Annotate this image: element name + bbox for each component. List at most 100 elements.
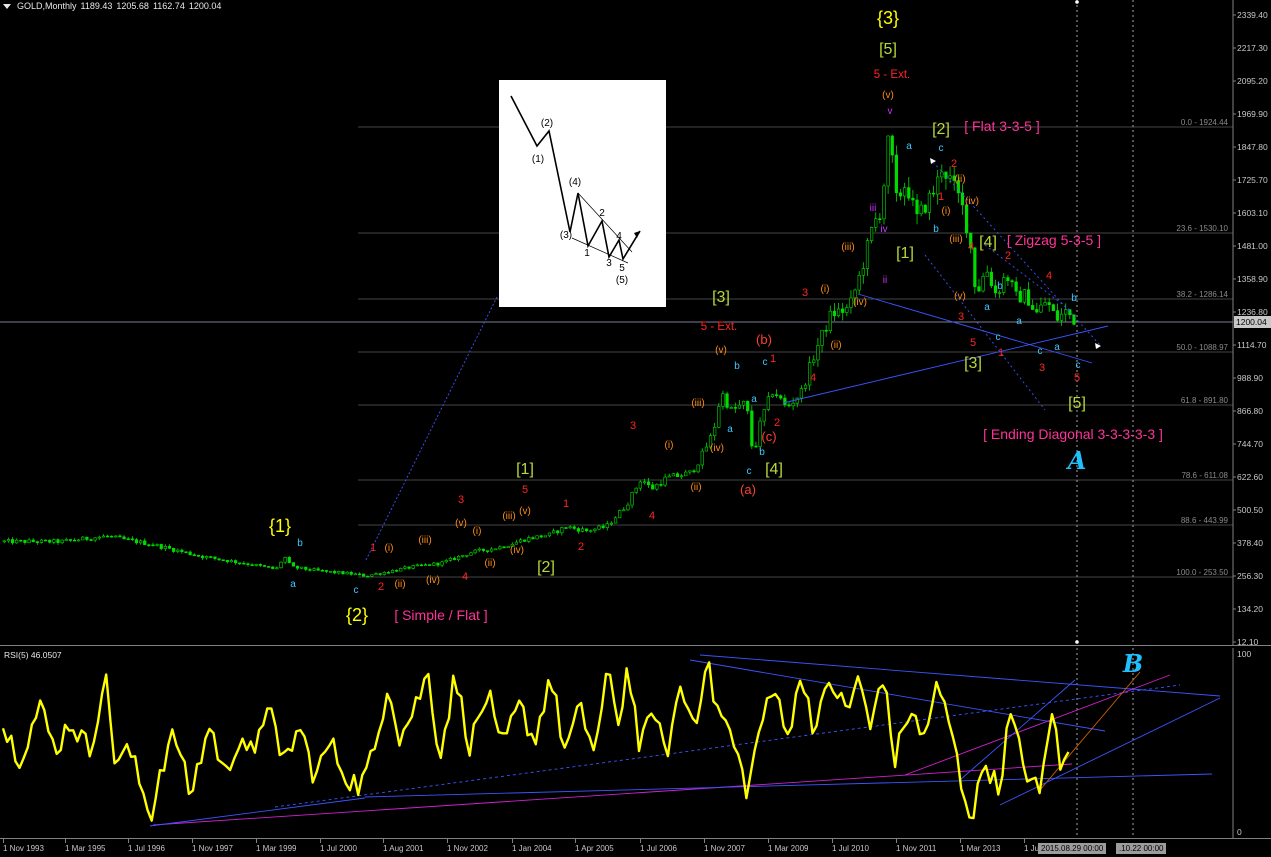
wave-label: [5] xyxy=(879,41,897,58)
candle-body xyxy=(700,450,704,466)
price-axis-label: 256.30 xyxy=(1237,571,1263,581)
candle-body xyxy=(114,535,118,538)
time-axis-label: 1 Jul 2006 xyxy=(640,844,677,853)
candle-body xyxy=(407,566,411,569)
candle-body xyxy=(1014,281,1018,292)
inset-wave-label: 3 xyxy=(606,258,612,269)
wave-label: (b) xyxy=(756,332,772,347)
candle-body xyxy=(485,550,490,552)
candle-body xyxy=(159,544,163,549)
candle-body xyxy=(56,539,60,543)
rsi-trendline[interactable] xyxy=(364,773,1213,798)
wave-label: iii xyxy=(870,203,877,214)
candle-body xyxy=(39,539,44,543)
wave-label: (ii) xyxy=(484,558,495,569)
rsi-trendline[interactable] xyxy=(152,763,1073,826)
time-axis[interactable]: 1 Ju 1 Mar 2013 1 Nov 2011 1 Jul 2010 1 Mar … xyxy=(0,838,1271,857)
candle-body xyxy=(411,565,415,569)
wave-label: c xyxy=(939,143,944,154)
wave-label: (iii) xyxy=(502,511,515,522)
trendline[interactable] xyxy=(924,254,1046,411)
candle-body xyxy=(1064,309,1068,315)
wave-label: [ Ending Diagonal 3-3-3-3-3 ] xyxy=(983,426,1163,442)
time-axis-label: 1 Jan 2004 xyxy=(512,844,552,853)
wave-label: a xyxy=(906,141,912,152)
wave-label: (i) xyxy=(821,284,830,295)
candle-body xyxy=(221,559,225,562)
candle-body xyxy=(72,539,77,542)
rsi-indicator-pane[interactable]: RSI(5) 46.0507 100 0 B xyxy=(0,648,1271,838)
wave-label: 4 xyxy=(1046,270,1052,282)
wave-label: c xyxy=(354,585,359,596)
candle-body xyxy=(915,199,919,215)
price-axis-label: 378.40 xyxy=(1237,538,1263,548)
time-tick xyxy=(768,839,769,843)
candle-body xyxy=(775,394,779,397)
wave-label: c xyxy=(1038,346,1043,357)
candle-body xyxy=(258,564,262,566)
candle-body xyxy=(721,393,725,407)
crosshair-date-label-2: .10.22 00:00 xyxy=(1116,843,1167,854)
price-axis-label: 1236.80 xyxy=(1237,307,1268,317)
candle-body xyxy=(551,530,556,534)
wave-label: 3 xyxy=(458,494,464,506)
candle-body xyxy=(882,185,886,220)
candle-body xyxy=(362,573,366,577)
candle-body xyxy=(737,404,742,409)
candle-body xyxy=(246,563,250,566)
line-anchor-dot[interactable] xyxy=(1075,0,1079,4)
candle-body xyxy=(642,481,647,484)
candle-body xyxy=(502,546,506,549)
candle-body xyxy=(316,568,320,571)
candle-body xyxy=(308,569,312,571)
candle-body xyxy=(836,308,841,317)
candle-body xyxy=(378,573,382,575)
price-chart[interactable]: 0.0 - 1924.44 23.6 - 1530.10 38.2 - 1286.1… xyxy=(0,0,1271,646)
trendline[interactable] xyxy=(782,325,1109,404)
price-axis-label: 1725.70 xyxy=(1237,175,1268,185)
fib-level-label: 0.0 - 1924.44 xyxy=(1181,118,1229,127)
rsi-trendline[interactable] xyxy=(149,797,366,827)
candle-body xyxy=(894,154,898,194)
candle-body xyxy=(196,555,201,557)
time-tick xyxy=(832,839,833,843)
rsi-trendline[interactable] xyxy=(999,697,1221,806)
trendline[interactable] xyxy=(365,296,498,561)
candle-body xyxy=(180,549,184,552)
candle-body xyxy=(68,539,72,541)
time-tick xyxy=(383,839,384,843)
candle-body xyxy=(766,396,770,410)
candle-body xyxy=(820,329,824,346)
candle-body xyxy=(419,564,424,567)
wave-label: 5 xyxy=(1074,372,1080,384)
candle-body xyxy=(456,555,461,560)
wave-label: 3 xyxy=(958,311,964,323)
rsi-trendline[interactable] xyxy=(904,674,1171,776)
wave-label: A xyxy=(1066,446,1087,475)
candle-body xyxy=(291,562,296,567)
line-anchor-dot[interactable] xyxy=(1075,640,1079,644)
wave-label: 1 xyxy=(563,498,569,510)
wave-label: 5 xyxy=(970,337,976,349)
rsi-trendline[interactable] xyxy=(1039,671,1141,791)
wave-label: a xyxy=(1054,342,1060,353)
candle-body xyxy=(31,539,35,542)
candle-body xyxy=(48,539,52,543)
rsi-trendline[interactable] xyxy=(274,684,1181,808)
wave-label: [5] xyxy=(1068,395,1086,412)
candle-body xyxy=(869,227,874,241)
wave-label: (v) xyxy=(519,506,531,517)
candle-body xyxy=(423,564,428,566)
candle-body xyxy=(1072,314,1076,325)
price-axis[interactable]: 2339.40 2217.30 2095.20 1969.90 1847.80 1725.… xyxy=(1233,0,1271,646)
fib-level-label: 38.2 - 1286.14 xyxy=(1176,290,1228,299)
candle-body xyxy=(725,393,729,408)
candle-body xyxy=(386,572,390,574)
candle-body xyxy=(283,557,287,563)
candle-body xyxy=(395,570,399,572)
candle-body xyxy=(960,192,965,206)
price-axis-label: 500.50 xyxy=(1237,505,1263,515)
candle-body xyxy=(233,560,238,564)
candle-body xyxy=(787,404,791,407)
candle-body xyxy=(440,561,444,566)
